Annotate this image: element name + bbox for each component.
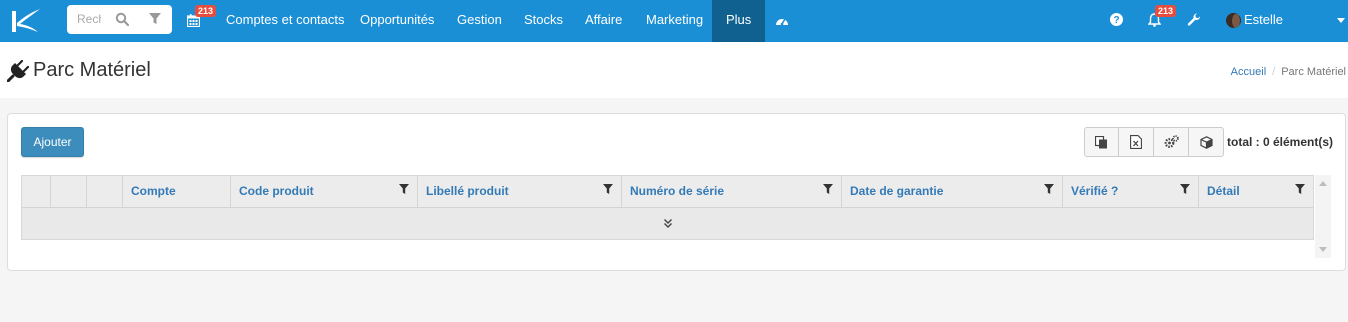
copy-button[interactable] — [1084, 127, 1119, 157]
table-header: Compte Code produit Libellé produit Numé… — [22, 176, 1313, 208]
nav-stocks[interactable]: Stocks — [524, 0, 563, 42]
column-header-libelle-produit[interactable]: Libellé produit — [418, 176, 622, 207]
nav-marketing[interactable]: Marketing — [646, 0, 703, 42]
excel-export-button[interactable] — [1119, 127, 1154, 157]
breadcrumb-home-link[interactable]: Accueil — [1231, 66, 1266, 78]
column-header-compte[interactable]: Compte — [123, 176, 231, 207]
breadcrumb: Accueil / Parc Matériel — [1231, 66, 1346, 78]
calendar-badge: 213 — [195, 5, 217, 17]
plug-icon — [7, 60, 29, 82]
nav-gestion[interactable]: Gestion — [457, 0, 502, 42]
column-header-code-produit[interactable]: Code produit — [231, 176, 418, 207]
avatar[interactable] — [1226, 13, 1241, 28]
help-icon[interactable]: ? — [1110, 13, 1123, 26]
filter-icon[interactable] — [603, 184, 613, 194]
column-header-actions[interactable] — [51, 176, 87, 207]
caret-down-icon[interactable] — [1337, 18, 1345, 23]
cube-icon — [1199, 135, 1213, 149]
filter-icon[interactable] — [399, 184, 409, 194]
filter-icon[interactable] — [1180, 184, 1190, 194]
filter-icon[interactable] — [823, 184, 833, 194]
column-header-select[interactable] — [22, 176, 51, 207]
column-header-numero-serie[interactable]: Numéro de série — [622, 176, 842, 207]
nav-plus[interactable]: Plus — [712, 0, 766, 42]
svg-text:?: ? — [1113, 15, 1119, 26]
nav-affaire[interactable]: Affaire — [585, 0, 622, 42]
excel-file-icon — [1130, 135, 1142, 149]
add-button[interactable]: Ajouter — [21, 127, 84, 157]
breadcrumb-separator: / — [1272, 66, 1276, 78]
column-label: Détail — [1207, 184, 1240, 198]
page-header: Parc Matériel Accueil / Parc Matériel — [0, 42, 1348, 98]
column-label: Code produit — [239, 184, 314, 198]
column-header-detail[interactable]: Détail — [1199, 176, 1313, 207]
search-icon[interactable] — [115, 12, 129, 26]
column-header-date-garantie[interactable]: Date de garantie — [842, 176, 1063, 207]
user-menu[interactable]: Estelle SORHAITZ — [1244, 0, 1348, 67]
cogs-icon — [1164, 135, 1179, 148]
filter-icon[interactable] — [1295, 184, 1305, 194]
search-box — [67, 5, 172, 34]
scroll-up-arrow-icon[interactable] — [1319, 181, 1327, 186]
column-label: Date de garantie — [850, 184, 944, 198]
column-label: Numéro de série — [630, 184, 725, 198]
column-header-verifie[interactable]: Vérifié ? — [1063, 176, 1199, 207]
total-count: total : 0 élément(s) — [1227, 135, 1334, 149]
product-button[interactable] — [1189, 127, 1224, 157]
vertical-scrollbar[interactable] — [1315, 175, 1331, 258]
filter-icon[interactable] — [149, 13, 161, 25]
scroll-down-arrow-icon[interactable] — [1319, 247, 1327, 252]
list-panel: Ajouter total: 0 élément(s) Compte Code… — [7, 113, 1346, 271]
column-label: Vérifié ? — [1071, 184, 1119, 198]
nav-opportunites[interactable]: Opportunités — [360, 0, 434, 42]
column-label: Compte — [131, 184, 176, 198]
wrench-icon[interactable] — [1187, 13, 1201, 27]
app-logo-icon[interactable] — [6, 5, 42, 37]
dashboard-icon[interactable] — [775, 14, 789, 26]
column-label: Libellé produit — [426, 184, 509, 198]
column-header-edit[interactable] — [87, 176, 123, 207]
page-title: Parc Matériel — [33, 59, 151, 81]
data-table: Compte Code produit Libellé produit Numé… — [21, 175, 1314, 240]
top-navbar: 213 Comptes et contacts Opportunités Ges… — [0, 0, 1348, 67]
filter-icon[interactable] — [1044, 184, 1054, 194]
notifications-badge: 213 — [1155, 5, 1177, 17]
nav-comptes-contacts[interactable]: Comptes et contacts — [226, 0, 345, 42]
copy-icon — [1095, 135, 1107, 148]
export-button-group — [1084, 127, 1224, 157]
breadcrumb-current: Parc Matériel — [1281, 66, 1346, 78]
double-chevron-down-icon[interactable] — [662, 217, 674, 229]
search-input[interactable] — [77, 12, 101, 26]
settings-button[interactable] — [1154, 127, 1189, 157]
table-body — [22, 208, 1313, 239]
